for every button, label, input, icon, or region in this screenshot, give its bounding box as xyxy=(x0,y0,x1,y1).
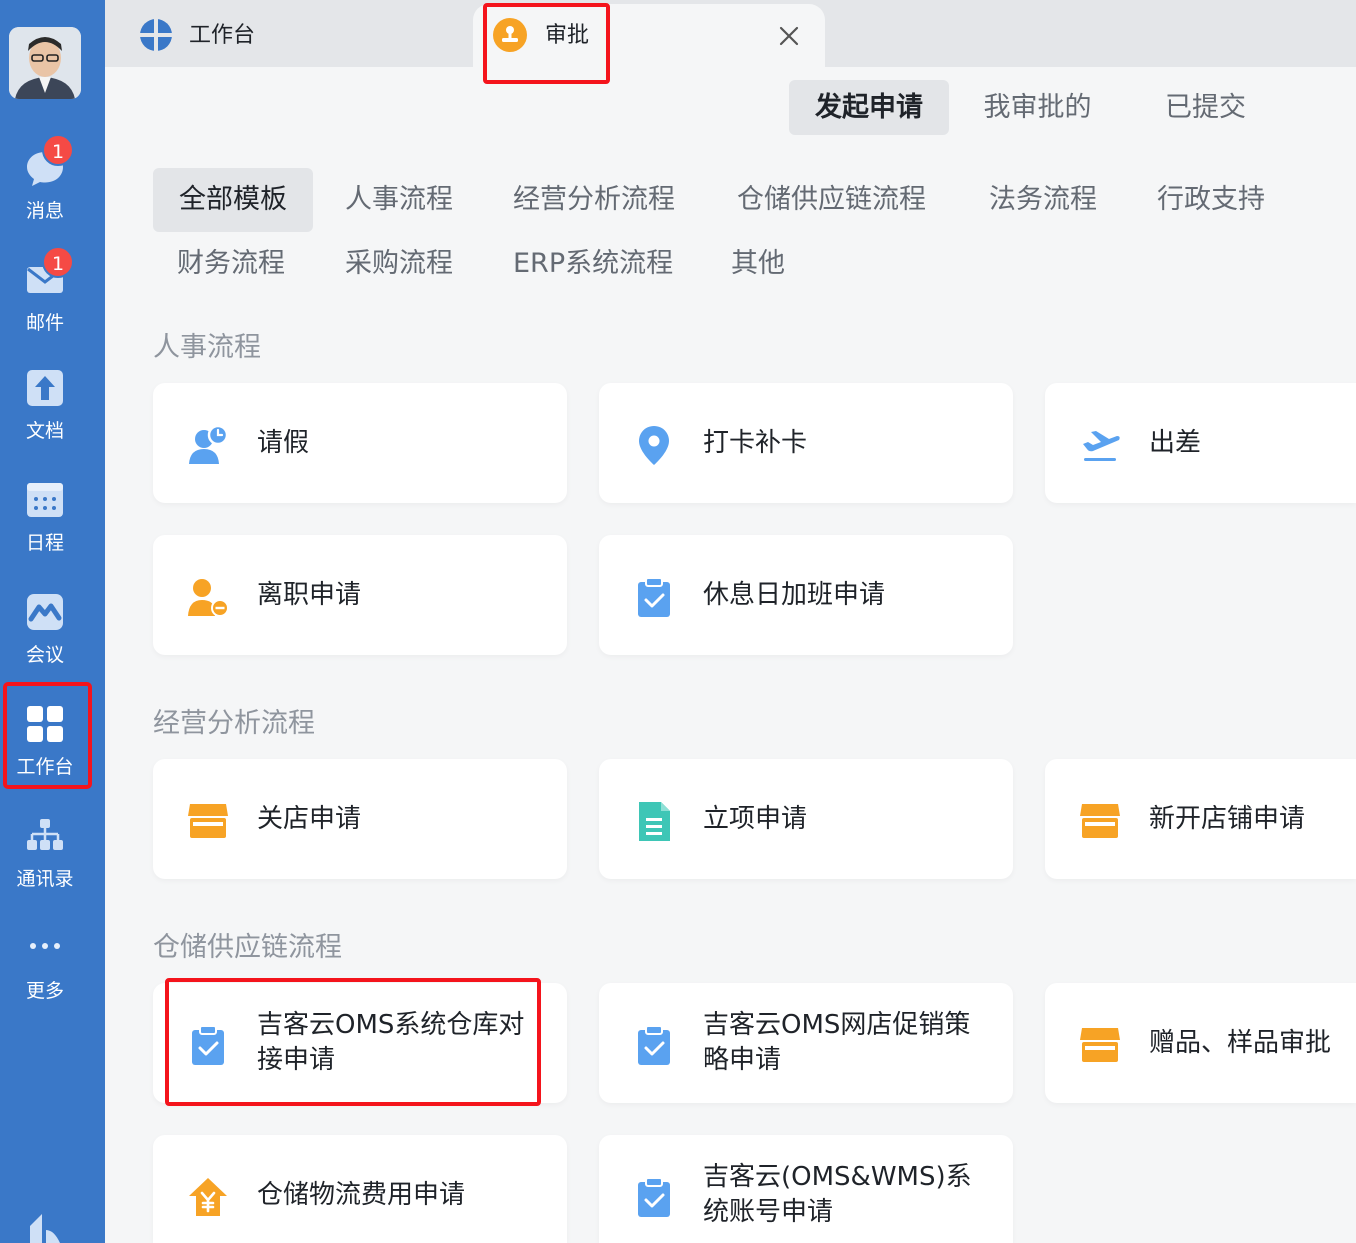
template-card-label: 请假 xyxy=(257,427,310,458)
resign-user-minus-icon xyxy=(188,579,229,617)
sidebar-item-messages[interactable]: 1 消息 xyxy=(0,134,90,248)
template-card-label: 出差 xyxy=(1149,427,1202,458)
leave-user-clock-icon xyxy=(189,424,229,464)
template-card-gift-sample[interactable]: 赠品、样品审批 xyxy=(1045,983,1356,1103)
template-card-label: 关店申请 xyxy=(257,803,362,834)
subtab-submitted[interactable]: 已提交 xyxy=(1128,80,1283,135)
category-legal[interactable]: 法务流程 xyxy=(989,168,1097,232)
yuan-house-icon xyxy=(189,1178,227,1216)
avatar-photo-icon xyxy=(9,27,81,99)
close-icon xyxy=(779,26,799,46)
template-card-logistics-fee[interactable]: 仓储物流费用申请 xyxy=(153,1135,567,1243)
sidebar-item-label: 更多 xyxy=(25,980,64,1002)
template-card-label: 新开店铺申请 xyxy=(1149,803,1306,834)
close-tab-button[interactable] xyxy=(775,22,803,50)
unread-badge: 1 xyxy=(42,134,74,166)
category-admin[interactable]: 行政支持 xyxy=(1157,168,1265,232)
section-title-business-analysis: 经营分析流程 xyxy=(153,708,315,739)
location-pin-icon xyxy=(639,426,669,465)
sidebar-item-label: 日程 xyxy=(25,532,64,554)
template-card-label: 休息日加班申请 xyxy=(703,579,886,610)
category-other[interactable]: 其他 xyxy=(731,232,785,296)
category-erp[interactable]: ERP系统流程 xyxy=(513,232,673,296)
template-card-leave[interactable]: 请假 xyxy=(153,383,567,503)
clipboard-check-icon xyxy=(638,577,670,617)
template-card-label: 吉客云(OMS&WMS)系统账号申请 xyxy=(703,1162,972,1227)
sidebar-item-label: 会议 xyxy=(25,644,64,666)
subtab-my-approvals[interactable]: 我审批的 xyxy=(960,80,1115,135)
tab-workbench[interactable]: 工作台 xyxy=(105,4,473,67)
meeting-icon xyxy=(27,594,63,630)
category-all[interactable]: 全部模板 xyxy=(153,168,313,232)
sidebar-item-docs[interactable]: 文档 xyxy=(0,368,90,468)
category-business-analysis[interactable]: 经营分析流程 xyxy=(513,168,675,232)
template-card-label: 离职申请 xyxy=(257,579,362,610)
category-hr[interactable]: 人事流程 xyxy=(345,168,453,232)
org-chart-icon xyxy=(27,819,63,850)
approval-tab-highlight-box xyxy=(483,3,610,84)
shop-icon xyxy=(1080,804,1120,838)
unread-badge: 1 xyxy=(42,246,74,278)
tab-label: 工作台 xyxy=(189,23,256,48)
template-card-oms-wms-account[interactable]: 吉客云(OMS&WMS)系统账号申请 xyxy=(599,1135,1013,1243)
template-card-oms-promotion[interactable]: 吉客云OMS网店促销策略申请 xyxy=(599,983,1013,1103)
sidebar-item-label: 邮件 xyxy=(25,312,64,334)
category-finance[interactable]: 财务流程 xyxy=(177,232,285,296)
sidebar-item-more[interactable]: 更多 xyxy=(0,928,90,1028)
workbench-cross-icon xyxy=(140,19,172,51)
category-supply-chain[interactable]: 仓储供应链流程 xyxy=(737,168,926,232)
template-card-project[interactable]: 立项申请 xyxy=(599,759,1013,879)
subtab-initiate[interactable]: 发起申请 xyxy=(789,80,949,135)
document-lines-icon xyxy=(639,802,670,841)
clipboard-check-icon xyxy=(638,1177,670,1217)
template-card-label: 仓储物流费用申请 xyxy=(257,1179,466,1210)
more-dots-icon xyxy=(30,943,60,949)
calendar-icon xyxy=(27,483,63,517)
sidebar-item-label: 文档 xyxy=(25,420,64,442)
template-card-label: 赠品、样品审批 xyxy=(1149,1027,1332,1058)
airplane-icon xyxy=(1083,431,1120,461)
tab-bar: 工作台 审批 xyxy=(105,0,1356,67)
template-card-label: 打卡补卡 xyxy=(703,427,808,458)
workbench-highlight-box xyxy=(3,682,92,789)
template-card-clock-in[interactable]: 打卡补卡 xyxy=(599,383,1013,503)
section-title-hr: 人事流程 xyxy=(153,332,261,363)
sidebar-item-contacts[interactable]: 通讯录 xyxy=(0,816,90,916)
oms-card-highlight-box xyxy=(165,978,541,1106)
sidebar-item-mail[interactable]: 1 邮件 xyxy=(0,246,90,360)
category-purchase[interactable]: 采购流程 xyxy=(345,232,453,296)
sidebar-item-label: 通讯录 xyxy=(16,868,74,890)
template-card-new-store[interactable]: 新开店铺申请 xyxy=(1045,759,1356,879)
sidebar-item-calendar[interactable]: 日程 xyxy=(0,480,90,580)
clipboard-check-icon xyxy=(638,1025,670,1065)
template-card-close-store[interactable]: 关店申请 xyxy=(153,759,567,879)
template-card-label: 立项申请 xyxy=(703,803,808,834)
section-title-supply-chain: 仓储供应链流程 xyxy=(153,932,342,963)
avatar[interactable] xyxy=(9,27,81,99)
sidebar: 1 消息 1 邮件 文档 日程 会议 工作台 通讯录 更多 xyxy=(0,0,105,1243)
app-logo-icon[interactable] xyxy=(26,1212,64,1243)
template-card-label: 吉客云OMS网店促销策略申请 xyxy=(703,1010,971,1075)
sidebar-item-label: 消息 xyxy=(25,200,64,222)
template-card-weekend-overtime[interactable]: 休息日加班申请 xyxy=(599,535,1013,655)
shop-icon xyxy=(188,804,228,838)
document-icon xyxy=(27,370,63,406)
template-card-resignation[interactable]: 离职申请 xyxy=(153,535,567,655)
shop-icon xyxy=(1080,1028,1120,1062)
template-card-business-trip[interactable]: 出差 xyxy=(1045,383,1356,503)
sidebar-item-meetings[interactable]: 会议 xyxy=(0,592,90,692)
